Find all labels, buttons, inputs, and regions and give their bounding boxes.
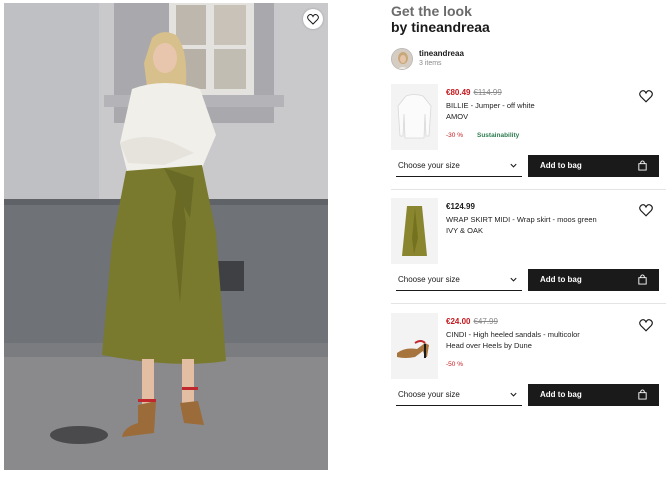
- product-image-skirt[interactable]: [391, 198, 438, 264]
- add-to-bag-button[interactable]: Add to bag: [528, 155, 659, 177]
- product-brand: AMOV: [446, 112, 469, 121]
- product-tags: -50 %: [446, 361, 636, 368]
- size-select[interactable]: Choose your size: [396, 155, 522, 177]
- size-select-label: Choose your size: [398, 275, 460, 284]
- sustainability-badge: Sustainability: [476, 132, 520, 139]
- product-info: €24.00 €47.99 CINDI - High heeled sandals…: [446, 317, 636, 350]
- sale-price: €80.49: [446, 88, 471, 97]
- size-select[interactable]: Choose your size: [396, 384, 522, 406]
- original-price: €47.99: [473, 317, 498, 326]
- shopping-bag-icon: [638, 389, 647, 400]
- product-brand: IVY & OAK: [446, 226, 483, 235]
- product-info: €124.99 WRAP SKIRT MIDI - Wrap skirt - m…: [446, 202, 636, 235]
- get-the-look-panel: Get the look by tineandreaa tineandreaa …: [391, 0, 666, 479]
- outfit-photo-illustration: [4, 3, 328, 470]
- divider: [391, 303, 666, 304]
- author-profile[interactable]: tineandreaa 3 items: [391, 46, 591, 72]
- add-to-bag-button[interactable]: Add to bag: [528, 269, 659, 291]
- heart-icon: [639, 204, 653, 217]
- divider: [391, 189, 666, 190]
- look-title: Get the look: [391, 3, 472, 19]
- heart-icon: [639, 319, 653, 332]
- product-image-jumper[interactable]: [391, 84, 438, 150]
- wishlist-button[interactable]: [639, 319, 653, 333]
- add-to-bag-button[interactable]: Add to bag: [528, 384, 659, 406]
- look-subtitle: by tineandreaa: [391, 19, 490, 35]
- chevron-down-icon: [510, 392, 517, 397]
- discount-badge: -50 %: [446, 361, 463, 368]
- product-name[interactable]: BILLIE - Jumper - off white: [446, 101, 636, 110]
- original-price: €114.99: [473, 88, 502, 97]
- product-tags: -30 % Sustainability: [446, 132, 636, 139]
- product-info: €80.49 €114.99 BILLIE - Jumper - off whit…: [446, 88, 636, 121]
- product-brand: Head over Heels by Dune: [446, 341, 532, 350]
- item-count: 3 items: [419, 60, 442, 67]
- favourite-look-button[interactable]: [303, 9, 323, 29]
- product-image-sandals[interactable]: [391, 313, 438, 379]
- heart-icon: [307, 13, 319, 25]
- size-select[interactable]: Choose your size: [396, 269, 522, 291]
- hero-look-photo: [4, 3, 328, 470]
- wishlist-button[interactable]: [639, 204, 653, 218]
- price: €124.99: [446, 202, 475, 211]
- heart-icon: [639, 90, 653, 103]
- author-name[interactable]: tineandreaa: [419, 49, 464, 58]
- chevron-down-icon: [510, 277, 517, 282]
- avatar: [391, 48, 413, 70]
- price-row: €80.49 €114.99: [446, 88, 636, 99]
- size-select-label: Choose your size: [398, 161, 460, 170]
- price-row: €24.00 €47.99: [446, 317, 636, 328]
- product-name[interactable]: WRAP SKIRT MIDI - Wrap skirt - moos gree…: [446, 215, 636, 224]
- add-to-bag-label: Add to bag: [540, 390, 582, 399]
- shopping-bag-icon: [638, 274, 647, 285]
- add-to-bag-label: Add to bag: [540, 161, 582, 170]
- size-select-label: Choose your size: [398, 390, 460, 399]
- sale-price: €24.00: [446, 317, 471, 326]
- wishlist-button[interactable]: [639, 90, 653, 104]
- price-row: €124.99: [446, 202, 636, 213]
- chevron-down-icon: [510, 163, 517, 168]
- add-to-bag-label: Add to bag: [540, 275, 582, 284]
- shopping-bag-icon: [638, 160, 647, 171]
- discount-badge: -30 %: [446, 132, 463, 139]
- product-name[interactable]: CINDI - High heeled sandals - multicolor: [446, 330, 636, 339]
